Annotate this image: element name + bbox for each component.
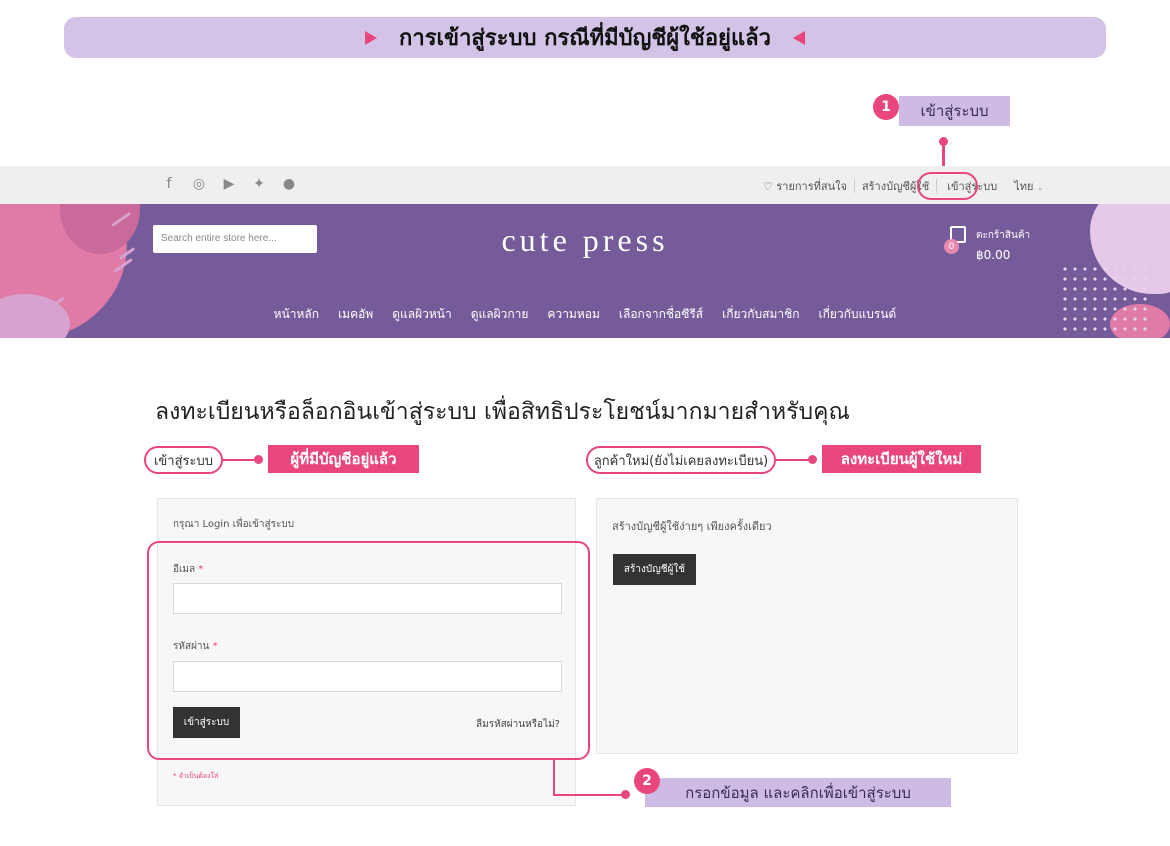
callout-connector-line [553,794,625,796]
callout-connector-dot [808,455,817,464]
facebook-icon[interactable]: f [160,176,178,192]
existing-account-tag: ผู้ที่มีบัญชีอยู่แล้ว [268,445,419,473]
nav-item-membership[interactable]: เกี่ยวกับสมาชิก [722,305,799,324]
nav-item-fragrance[interactable]: ความหอม [547,305,599,324]
account-links: ♡ รายการที่สนใจ สร้างบัญชีผู้ใช้ เข้าสู่… [756,177,1051,195]
callout-connector-line [776,459,811,461]
cart-total: ฿0.00 [976,248,1011,262]
language-select[interactable]: ไทย ⌄ [1007,177,1050,195]
create-account-button[interactable]: สร้างบัญชีผู้ใช้ [613,554,696,585]
callout-connector-line [223,459,258,461]
login-form-highlight [147,541,590,760]
heart-icon: ♡ [763,180,777,193]
login-section-heading: เข้าสู่ระบบ [144,446,223,474]
new-customer-section-heading: ลูกค้าใหม่(ยังไม่เคยลงทะเบียน) [586,446,776,474]
nav-item-about-brand[interactable]: เกี่ยวกับแบรนด์ [819,305,897,324]
nav-item-face-care[interactable]: ดูแลผิวหน้า [392,305,452,324]
register-new-tag: ลงทะเบียนผู้ใช้ใหม่ [822,445,981,473]
language-label: ไทย [1014,180,1034,193]
main-nav: หน้าหลัก เมคอัพ ดูแลผิวหน้า ดูแลผิวกาย ค… [0,305,1170,324]
instagram-icon[interactable]: ◎ [190,176,208,192]
twitter-icon[interactable]: ✦ [250,176,268,192]
nav-item-home[interactable]: หน้าหลัก [274,305,319,324]
banner-title: การเข้าสู่ระบบ กรณีที่มีบัญชีผู้ใช้อยู่แ… [399,26,771,51]
register-intro: สร้างบัญชีผู้ใช้ง่ายๆ เพียงครั้งเดียว [612,520,772,533]
triangle-right-icon [365,30,378,45]
step1-label: เข้าสู่ระบบ [899,96,1010,126]
step2-label: กรอกข้อมูล และคลิกเพื่อเข้าสู่ระบบ [645,778,951,807]
step1-number: 1 [873,94,899,120]
line-icon[interactable]: ● [280,176,298,192]
wishlist-label: รายการที่สนใจ [776,180,847,193]
step2-number: 2 [634,768,660,794]
page-title: ลงทะเบียนหรือล็อกอินเข้าสู่ระบบ เพื่อสิท… [155,399,850,425]
callout-connector-line [553,760,555,796]
register-panel: สร้างบัญชีผู้ใช้ง่ายๆ เพียงครั้งเดียว สร… [596,498,1018,754]
social-links: f ◎ ▶ ✦ ● [160,176,298,192]
required-fields-note: * จำเป็นต้องใส่ [173,772,219,780]
wishlist-link[interactable]: ♡ รายการที่สนใจ [756,177,854,195]
cart-count-badge: 0 [944,239,959,254]
cart-label: ตะกร้าสินค้า [976,230,1031,241]
nav-item-makeup[interactable]: เมคอัพ [338,305,373,324]
callout-connector-dot [621,790,630,799]
chevron-down-icon: ⌄ [1036,183,1044,192]
youtube-icon[interactable]: ▶ [220,176,238,192]
instruction-banner: การเข้าสู่ระบบ กรณีที่มีบัญชีผู้ใช้อยู่แ… [64,17,1106,58]
nav-item-body-care[interactable]: ดูแลผิวกาย [471,305,529,324]
login-intro: กรุณา Login เพื่อเข้าสู่ระบบ [173,519,295,530]
triangle-left-icon [792,30,805,45]
site-header: Search entire store here... cute press 0… [0,204,1170,338]
utility-bar: f ◎ ▶ ✦ ● ♡ รายการที่สนใจ สร้างบัญชีผู้ใ… [0,166,1170,204]
login-highlight-ring [917,172,978,200]
callout-connector-dot [254,455,263,464]
nav-item-series[interactable]: เลือกจากชื่อซีรีส์ [619,305,703,324]
